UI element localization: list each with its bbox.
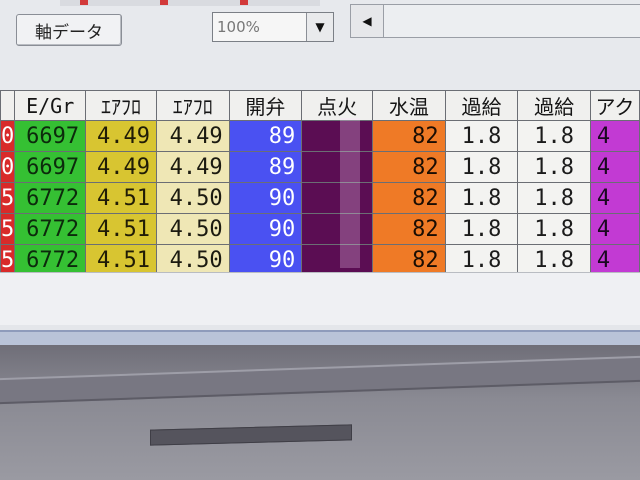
axis-data-button[interactable]: 軸データ [16, 14, 122, 46]
desk-surface-background [0, 345, 640, 480]
screen-bezel-ledge [0, 355, 640, 405]
red-indicator [160, 0, 168, 5]
column-header[interactable]: E/Gr [14, 90, 87, 121]
grid-cell[interactable]: 4.50 [155, 244, 230, 276]
grid-header-row: E/Gr ｴｱﾌﾛ ｴｱﾌﾛ 開弁 点火 水温 過給 過給 アク [0, 90, 640, 121]
grid-cell[interactable]: 6772 [14, 213, 87, 245]
grid-cell[interactable]: 82 [372, 244, 446, 276]
grid-cell[interactable]: 5 [0, 244, 16, 276]
grid-cell[interactable]: 89 [228, 151, 303, 183]
grid-cell-obscured[interactable] [301, 182, 374, 214]
table-row[interactable]: 0 6697 4.49 4.49 89 82 1.8 1.8 4 [0, 151, 640, 183]
grid-cell[interactable]: 4 [589, 151, 640, 183]
column-header[interactable]: 水温 [372, 90, 446, 121]
grid-cell[interactable]: 1.8 [517, 213, 591, 245]
grid-cell-obscured[interactable] [301, 213, 374, 245]
column-header[interactable]: 過給 [517, 90, 591, 121]
grid-cell[interactable]: 90 [228, 244, 303, 276]
window-bottom-frame [0, 330, 640, 345]
column-header[interactable]: ｴｱﾌﾛ [85, 90, 157, 121]
grid-cell-obscured[interactable] [301, 244, 374, 276]
grid-cell[interactable]: 4.49 [155, 151, 230, 183]
grid-cell[interactable]: 4.49 [155, 120, 230, 152]
top-indicator-strip [60, 0, 320, 6]
zoom-value: 100% [217, 18, 260, 36]
horizontal-scrollbar[interactable]: ◀ [350, 4, 640, 38]
desk-slot [150, 424, 352, 446]
grid-cell[interactable]: 89 [228, 120, 303, 152]
column-header[interactable]: アク [589, 90, 640, 121]
column-header[interactable]: 点火 [301, 90, 374, 121]
grid-cell[interactable]: 4.50 [155, 213, 230, 245]
grid-cell[interactable]: 6697 [14, 151, 87, 183]
grid-cell[interactable]: 6697 [14, 120, 87, 152]
red-indicator [80, 0, 88, 5]
grid-cell[interactable]: 1.8 [517, 182, 591, 214]
grid-cell[interactable]: 4 [589, 120, 640, 152]
red-indicator [240, 0, 248, 5]
table-row[interactable]: 5 6772 4.51 4.50 90 82 1.8 1.8 4 [0, 182, 640, 214]
grid-cell[interactable]: 4 [589, 182, 640, 214]
toolbar: 軸データ 100% ▼ ◀ [0, 0, 640, 90]
grid-cell[interactable]: 82 [372, 182, 446, 214]
table-row[interactable]: 5 6772 4.51 4.50 90 82 1.8 1.8 4 [0, 213, 640, 245]
grid-cell[interactable]: 82 [372, 213, 446, 245]
grid-cell[interactable]: 90 [228, 213, 303, 245]
grid-cell[interactable]: 4.49 [85, 151, 157, 183]
grid-cell[interactable]: 4.51 [85, 244, 157, 276]
column-header-row-index [0, 90, 16, 121]
column-header[interactable]: ｴｱﾌﾛ [155, 90, 230, 121]
grid-cell[interactable]: 4.51 [85, 182, 157, 214]
grid-cell[interactable]: 4.51 [85, 213, 157, 245]
grid-cell[interactable]: 4 [589, 213, 640, 245]
grid-cell[interactable]: 5 [0, 182, 16, 214]
grid-cell[interactable]: 90 [228, 182, 303, 214]
grid-cell[interactable]: 1.8 [517, 120, 591, 152]
grid-cell[interactable]: 0 [0, 120, 16, 152]
grid-cell[interactable]: 6772 [14, 244, 87, 276]
zoom-select[interactable]: 100% ▼ [212, 12, 334, 42]
table-row[interactable]: 0 6697 4.49 4.49 89 82 1.8 1.8 4 [0, 120, 640, 152]
data-grid: E/Gr ｴｱﾌﾛ ｴｱﾌﾛ 開弁 点火 水温 過給 過給 アク 0 6697 … [0, 90, 640, 276]
grid-cell[interactable]: 1.8 [517, 151, 591, 183]
grid-cell[interactable]: 5 [0, 213, 16, 245]
grid-cell[interactable]: 82 [372, 120, 446, 152]
grid-cell[interactable]: 4.50 [155, 182, 230, 214]
chevron-down-icon[interactable]: ▼ [306, 13, 333, 41]
grid-cell[interactable]: 1.8 [444, 120, 519, 152]
table-row[interactable]: 5 6772 4.51 4.50 90 82 1.8 1.8 4 [0, 244, 640, 276]
empty-panel-area [0, 272, 640, 325]
grid-cell[interactable]: 1.8 [444, 244, 519, 276]
grid-cell-obscured[interactable] [301, 151, 374, 183]
column-header[interactable]: 過給 [444, 90, 519, 121]
scroll-left-icon[interactable]: ◀ [351, 5, 384, 37]
grid-cell[interactable]: 4.49 [85, 120, 157, 152]
grid-cell[interactable]: 1.8 [444, 182, 519, 214]
application-window: 軸データ 100% ▼ ◀ E/Gr ｴｱﾌﾛ ｴｱﾌﾛ 開弁 点火 水温 過給 [0, 0, 640, 345]
grid-cell-obscured[interactable] [301, 120, 374, 152]
column-header[interactable]: 開弁 [228, 90, 303, 121]
grid-cell[interactable]: 4 [589, 244, 640, 276]
grid-cell[interactable]: 1.8 [517, 244, 591, 276]
grid-cell[interactable]: 1.8 [444, 213, 519, 245]
grid-cell[interactable]: 1.8 [444, 151, 519, 183]
grid-cell[interactable]: 82 [372, 151, 446, 183]
grid-cell[interactable]: 0 [0, 151, 16, 183]
grid-cell[interactable]: 6772 [14, 182, 87, 214]
